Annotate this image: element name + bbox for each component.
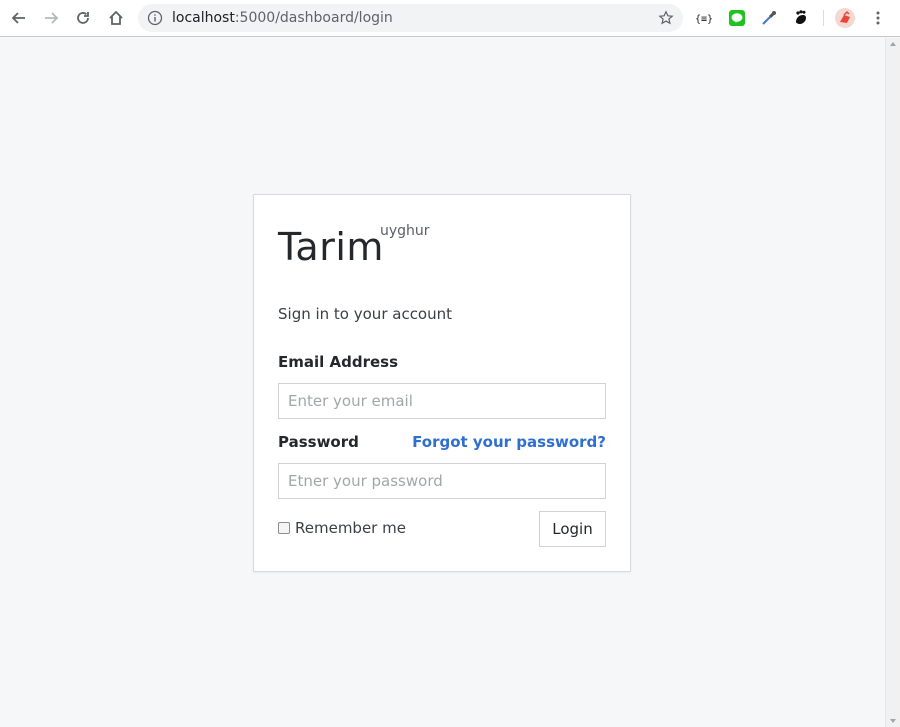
scroll-down-arrow-icon[interactable] xyxy=(890,719,896,723)
forward-arrow-icon[interactable] xyxy=(40,7,62,29)
forgot-password-link[interactable]: Forgot your password? xyxy=(412,433,606,451)
remember-me-option[interactable]: Remember me xyxy=(278,519,406,537)
brand-title: Tarim xyxy=(278,225,384,269)
remember-me-checkbox[interactable] xyxy=(278,522,290,534)
reload-icon[interactable] xyxy=(72,7,94,29)
email-field[interactable] xyxy=(278,383,606,419)
email-label: Email Address xyxy=(278,353,399,371)
login-button[interactable]: Login xyxy=(539,511,606,547)
toolbar-separator xyxy=(823,10,824,26)
login-card: Tarim uyghur Sign in to your account Ema… xyxy=(253,194,631,572)
color-picker-extension-icon[interactable] xyxy=(759,8,779,28)
gnome-extension-icon[interactable] xyxy=(791,8,811,28)
back-arrow-icon[interactable] xyxy=(8,7,30,29)
bookmark-star-icon[interactable] xyxy=(658,10,674,26)
address-bar[interactable]: localhost:5000/dashboard/login xyxy=(138,4,683,32)
home-icon[interactable] xyxy=(105,7,127,29)
remember-me-label: Remember me xyxy=(295,519,406,537)
url-text: localhost:5000/dashboard/login xyxy=(172,9,393,27)
url-host: localhost xyxy=(172,10,235,26)
scroll-up-arrow-icon[interactable] xyxy=(890,42,896,46)
signin-subtitle: Sign in to your account xyxy=(278,305,453,323)
json-viewer-extension-icon[interactable]: {≡} xyxy=(695,8,715,28)
svg-text:{≡}: {≡} xyxy=(695,14,713,25)
browser-toolbar: localhost:5000/dashboard/login {≡} xyxy=(0,0,900,37)
page-content: Tarim uyghur Sign in to your account Ema… xyxy=(0,38,885,727)
profile-avatar[interactable] xyxy=(835,8,855,28)
line-extension-icon[interactable] xyxy=(727,8,747,28)
password-label: Password xyxy=(278,433,359,451)
url-path: :5000/dashboard/login xyxy=(234,10,393,26)
page-scrollbar[interactable] xyxy=(885,38,900,727)
info-icon[interactable] xyxy=(147,10,163,26)
brand-superscript: uyghur xyxy=(380,223,430,239)
password-field[interactable] xyxy=(278,463,606,499)
menu-kebab-icon[interactable] xyxy=(868,8,888,28)
